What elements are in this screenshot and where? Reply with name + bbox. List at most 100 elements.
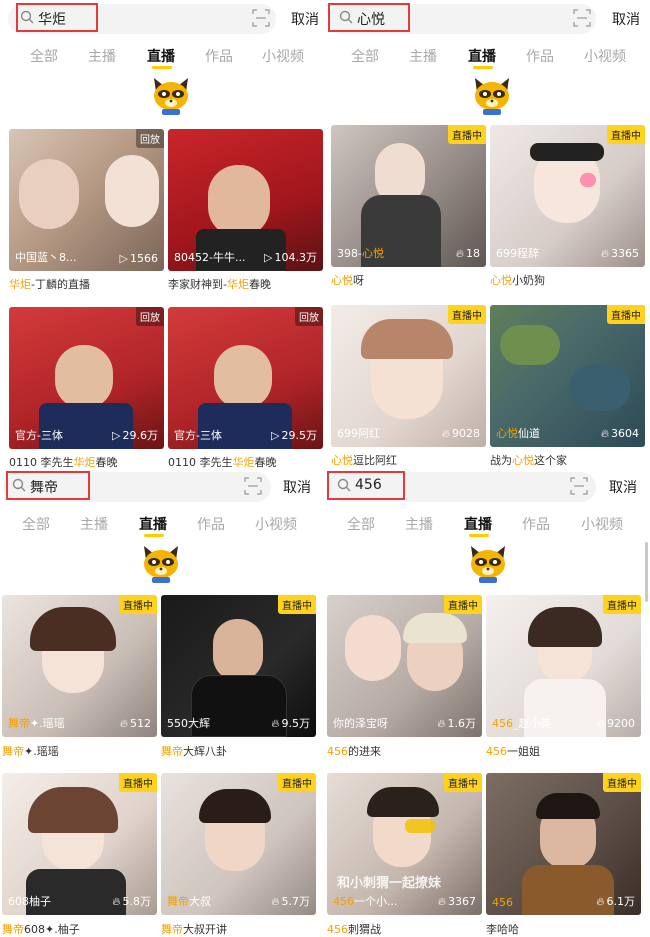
cancel-button[interactable]: 取消	[609, 477, 637, 497]
tab-live[interactable]: 直播	[139, 514, 167, 534]
flame-icon: 🔥︎	[455, 247, 464, 260]
stream-card[interactable]: 直播中 456 🔥︎ 6.1万 李哈哈	[486, 773, 641, 937]
stream-card[interactable]: 直播中 和小刺猬一起撩妹 456一个小... 🔥︎ 3367 456刺猬战	[327, 773, 482, 937]
tab-live[interactable]: 直播	[464, 514, 492, 534]
tab-all[interactable]: 全部	[347, 514, 375, 534]
search-bar: 舞帝 取消	[0, 468, 325, 504]
stream-thumbnail: 直播中 398-心悦 🔥︎ 18	[331, 125, 486, 267]
live-badge: 直播中	[603, 773, 641, 792]
stream-overlay-text: 和小刺猬一起撩妹	[337, 876, 442, 891]
stream-title: 舞帝608✦.柚子	[2, 923, 80, 936]
stream-title: 456的进来	[327, 745, 381, 758]
live-badge: 直播中	[278, 595, 316, 614]
active-tab-underline	[473, 66, 493, 69]
stream-card[interactable]: 回放 官方-三体 ▷ 29.5万 0110 李先生华炬春晚	[168, 307, 323, 468]
scan-icon[interactable]	[244, 477, 262, 495]
tab-live[interactable]: 直播	[468, 46, 496, 66]
stream-card[interactable]: 直播中 608柚子 🔥︎ 5.8万 舞帝608✦.柚子	[2, 773, 157, 937]
streamer-name: 80452-牛牛...	[174, 251, 246, 264]
flame-icon: 🔥︎	[437, 895, 446, 908]
streamer-name: 456_赵小美	[492, 717, 552, 730]
stream-thumbnail: 直播中 舞帝✦.瑶瑶 🔥︎ 512	[2, 595, 157, 737]
stream-card[interactable]: 直播中 398-心悦 🔥︎ 18 心悦呀	[331, 125, 486, 293]
stream-card[interactable]: 直播中 456_赵小美 🔥︎ 9200 456一姐姐	[486, 595, 641, 761]
streamer-name: 398-心悦	[337, 247, 384, 260]
flame-icon: 🔥︎	[600, 247, 609, 260]
cancel-button[interactable]: 取消	[283, 477, 311, 497]
search-bar: 456 取消	[325, 468, 650, 504]
stream-title: 舞帝大辉八卦	[161, 745, 227, 758]
flame-icon: 🔥︎	[119, 717, 128, 730]
live-badge: 直播中	[448, 125, 486, 144]
streamer-name: 550大辉	[167, 717, 210, 730]
search-query-text[interactable]: 心悦	[357, 9, 385, 29]
stream-thumbnail: 直播中 699程辞 🔥︎ 3365	[490, 125, 645, 267]
stream-card[interactable]: 80452-牛牛... ▷ 104.3万 李家财神到-华炬春晚	[168, 129, 323, 295]
live-badge: 直播中	[603, 595, 641, 614]
tab-all[interactable]: 全部	[22, 514, 50, 534]
tab-all[interactable]: 全部	[30, 46, 58, 66]
stream-card[interactable]: 直播中 心悦仙道 🔥︎ 3604 战为心悦这个家	[490, 305, 645, 468]
tab-short-video[interactable]: 小视频	[581, 514, 623, 534]
stream-title: 心悦逗比阿红	[331, 454, 397, 467]
stream-card[interactable]: 直播中 舞帝✦.瑶瑶 🔥︎ 512 舞帝✦.瑶瑶	[2, 595, 157, 761]
scan-icon[interactable]	[573, 9, 591, 27]
heat-count: 🔥︎ 3367	[437, 895, 476, 908]
live-badge: 直播中	[119, 595, 157, 614]
tab-works[interactable]: 作品	[205, 46, 233, 66]
search-query-text[interactable]: 舞帝	[30, 477, 58, 497]
live-badge: 直播中	[444, 773, 482, 792]
tab-streamer[interactable]: 主播	[405, 514, 433, 534]
search-bar: 心悦 取消	[325, 0, 650, 36]
search-icon	[337, 478, 351, 492]
tab-live[interactable]: 直播	[147, 46, 175, 66]
search-query-text[interactable]: 华炬	[38, 9, 66, 29]
heat-count: 🔥︎ 6.1万	[596, 895, 635, 908]
tab-short-video[interactable]: 小视频	[584, 46, 626, 66]
stream-title: 李哈哈	[486, 923, 519, 936]
stream-title: 李家财神到-华炬春晚	[168, 278, 271, 291]
search-query-text[interactable]: 456	[355, 477, 382, 493]
tab-short-video[interactable]: 小视频	[262, 46, 304, 66]
stream-title: 心悦小奶狗	[490, 274, 545, 287]
flame-icon: 🔥︎	[596, 717, 605, 730]
stream-card[interactable]: 直播中 舞帝大叔 🔥︎ 5.7万 舞帝大叔开讲	[161, 773, 316, 937]
tab-streamer[interactable]: 主播	[80, 514, 108, 534]
scrollbar[interactable]	[645, 542, 648, 602]
scan-icon[interactable]	[252, 9, 270, 27]
stream-thumbnail: 直播中 699阿红 🔥︎ 9028	[331, 305, 486, 447]
heat-count: 🔥︎ 9200	[596, 717, 635, 730]
tab-works[interactable]: 作品	[197, 514, 225, 534]
heat-count: 🔥︎ 3365	[600, 247, 639, 260]
mascot-raccoon-icon	[475, 78, 509, 115]
stream-title: 456刺猬战	[327, 923, 381, 936]
stream-card[interactable]: 直播中 699程辞 🔥︎ 3365 心悦小奶狗	[490, 125, 645, 293]
tab-all[interactable]: 全部	[351, 46, 379, 66]
search-panel-xinyue: 心悦 取消 全部 主播 直播 作品 小视频 直播中 398-心悦 🔥︎ 18 心悦…	[325, 0, 650, 468]
tab-works[interactable]: 作品	[522, 514, 550, 534]
flame-icon: 🔥︎	[271, 717, 280, 730]
tab-streamer[interactable]: 主播	[88, 46, 116, 66]
cancel-button[interactable]: 取消	[291, 9, 319, 29]
stream-card[interactable]: 直播中 550大辉 🔥︎ 9.5万 舞帝大辉八卦	[161, 595, 316, 761]
streamer-name: 舞帝✦.瑶瑶	[8, 717, 65, 730]
stream-card[interactable]: 回放 官方-三体 ▷ 29.6万 0110 李先生华炬春晚	[9, 307, 164, 468]
heat-count: 🔥︎ 5.8万	[112, 895, 151, 908]
stream-card[interactable]: 直播中 699阿红 🔥︎ 9028 心悦逗比阿红	[331, 305, 486, 468]
stream-card[interactable]: 回放 中国蓝丶8... ▷ 1566 华炬-丁麟的直播	[9, 129, 164, 295]
tab-streamer[interactable]: 主播	[409, 46, 437, 66]
view-count: ▷ 29.5万	[271, 429, 317, 442]
stream-thumbnail: 直播中 舞帝大叔 🔥︎ 5.7万	[161, 773, 316, 915]
tab-works[interactable]: 作品	[526, 46, 554, 66]
heat-count: 🔥︎ 3604	[600, 427, 639, 440]
scan-icon[interactable]	[570, 477, 588, 495]
replay-badge: 回放	[295, 307, 323, 326]
stream-card[interactable]: 直播中 你的泽宝呀 🔥︎ 1.6万 456的进来	[327, 595, 482, 761]
cancel-button[interactable]: 取消	[612, 9, 640, 29]
view-count: ▷ 1566	[119, 252, 158, 265]
search-icon	[12, 478, 26, 492]
streamer-name: 699阿红	[337, 427, 380, 440]
tab-short-video[interactable]: 小视频	[255, 514, 297, 534]
heat-count: 🔥︎ 18	[455, 247, 480, 260]
live-badge: 直播中	[448, 305, 486, 324]
